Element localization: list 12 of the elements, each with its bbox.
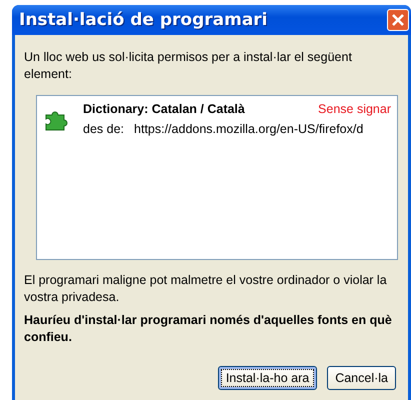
- close-button[interactable]: [387, 9, 409, 31]
- cancel-button[interactable]: Cancel·la: [327, 366, 396, 390]
- install-button[interactable]: Instal·la-ho ara: [218, 366, 318, 390]
- source-url: https://addons.mozilla.org/en-US/firefox/d: [134, 122, 364, 136]
- intro-text: Un lloc web us sol·licita permisos per a instal·lar el següent element:: [24, 49, 353, 83]
- source-label: des de:: [83, 122, 124, 136]
- addon-name: Dictionary: Catalan / Català: [83, 102, 245, 116]
- window-title: Instal·lació de programari: [19, 10, 268, 30]
- signature-status: Sense signar: [317, 102, 391, 116]
- warning-text: El programari maligne pot malmetre el vostre ordinador o violar la vostra privadesa.: [24, 272, 388, 306]
- advice-text: Hauríeu d'instal·lar programari només d'aquelles fonts en què confieu.: [24, 312, 393, 346]
- close-icon: [391, 13, 405, 27]
